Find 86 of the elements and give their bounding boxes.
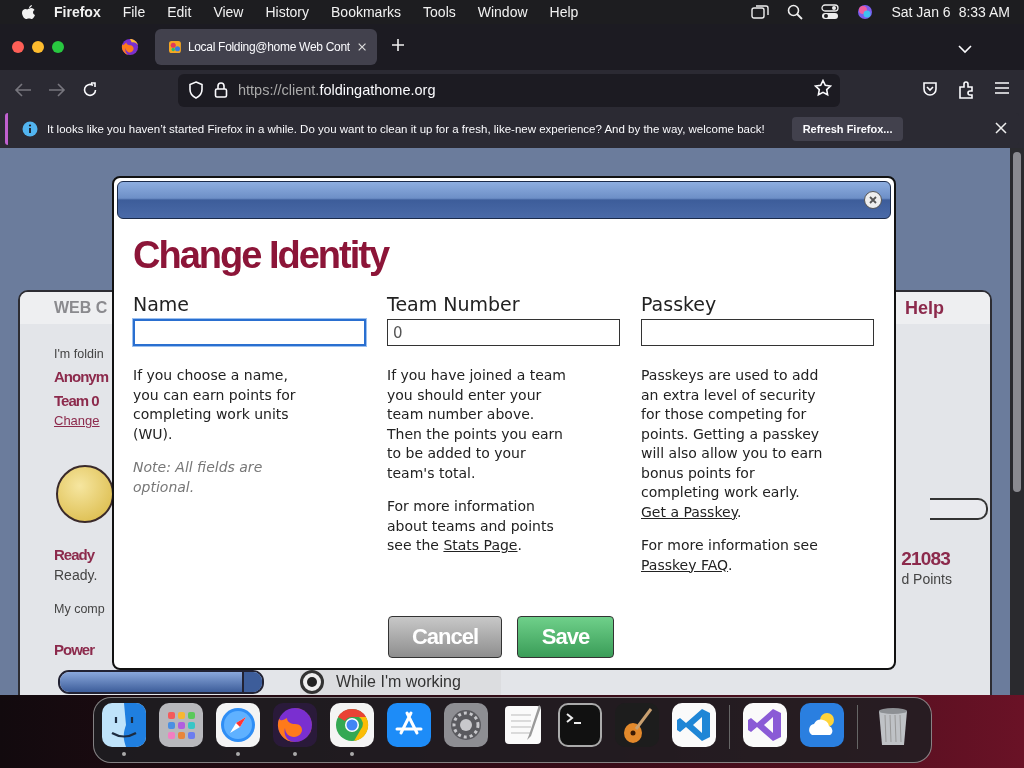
menu-item[interactable]: Tools — [423, 4, 456, 20]
fox-icon[interactable] — [272, 703, 317, 747]
menubar-time[interactable]: 8:33 AM — [958, 4, 1010, 20]
code-editor-icon[interactable] — [671, 703, 716, 747]
dialog-title: Change Identity — [133, 233, 389, 277]
description-text: For more information about teams and points see the Stats Page. — [387, 497, 555, 555]
input-field[interactable] — [133, 319, 366, 346]
chevron-down-icon[interactable] — [958, 44, 972, 54]
gear-icon[interactable] — [443, 703, 488, 747]
colorful-logo-icon — [169, 40, 181, 54]
field-label: Team Number — [387, 293, 521, 315]
points-value: 21083 — [901, 547, 950, 571]
input-field[interactable]: 0 — [387, 319, 620, 346]
browser-tab[interactable]: Local Folding@home Web Cont — [155, 29, 377, 65]
intro-text: I'm foldin — [54, 346, 104, 362]
input-field[interactable] — [641, 319, 874, 346]
help-link[interactable]: Help — [905, 297, 944, 319]
menu-item[interactable]: Help — [549, 4, 579, 20]
menu-item[interactable]: Window — [477, 4, 528, 20]
link[interactable]: Stats Page — [443, 537, 518, 553]
menu-item[interactable]: File — [122, 4, 146, 20]
back-arrow-icon[interactable] — [14, 82, 32, 98]
description-text: Passkeys are used to add an extra level of security for those competing for points. Getting a passkey will also allow you to earn bonus points for completing work early. Get a Passkey. — [641, 366, 824, 522]
pocket-icon[interactable] — [922, 81, 938, 97]
description-text: If you choose a name, you can earn points for completing work units (WU). — [133, 366, 297, 444]
reload-icon[interactable] — [82, 82, 98, 98]
lock-icon[interactable] — [214, 81, 228, 99]
puzzle-icon[interactable] — [958, 81, 974, 99]
field-label: Name — [133, 293, 191, 315]
cloud-sun-icon[interactable] — [799, 703, 844, 747]
fox-icon[interactable] — [121, 38, 139, 56]
minimize-window-button[interactable] — [32, 41, 44, 53]
team-name: Team 0 — [54, 391, 99, 411]
a-shape-icon[interactable] — [386, 703, 431, 747]
power-title: Power — [54, 640, 94, 660]
compass-icon[interactable] — [215, 703, 260, 747]
computer-text: My comp — [54, 601, 105, 617]
radio-button[interactable] — [300, 670, 324, 694]
smiling-face-icon[interactable] — [101, 703, 146, 747]
plus-icon[interactable] — [391, 38, 405, 52]
slider-thumb[interactable] — [242, 672, 262, 692]
menu-item[interactable]: Edit — [167, 4, 192, 20]
description-text: For more information see Passkey FAQ. — [641, 536, 819, 575]
status-title: Ready — [54, 545, 95, 565]
menu-item[interactable]: Bookmarks — [331, 4, 402, 20]
description-text: If you have joined a team you should enter your team number above. Then the points you earn to be added to your team's total. — [387, 366, 567, 483]
menu-item[interactable]: History — [265, 4, 310, 20]
link[interactable]: Passkey FAQ — [641, 556, 729, 573]
user-name: Anonym — [54, 367, 108, 387]
search-icon[interactable] — [787, 4, 804, 20]
zoom-window-button[interactable] — [52, 41, 64, 53]
forward-arrow-icon[interactable] — [48, 82, 66, 98]
orb-icon[interactable] — [857, 4, 874, 20]
windows-icon[interactable] — [751, 4, 770, 20]
loop-logo-icon[interactable] — [742, 703, 787, 747]
url-text: https://client.foldingathome.org — [238, 82, 436, 98]
close-window-button[interactable] — [12, 41, 24, 53]
circle-logo-icon[interactable] — [329, 703, 374, 747]
shield-icon[interactable] — [188, 81, 204, 99]
points-label: d Points — [901, 571, 952, 587]
status-circle — [56, 465, 114, 523]
page-title: WEB C — [54, 299, 108, 317]
radio-label: While I'm working — [336, 673, 461, 691]
toggles-icon[interactable] — [821, 4, 840, 20]
scrollbar-thumb[interactable] — [1013, 152, 1021, 492]
status-text: Ready. — [54, 567, 98, 583]
star-icon[interactable] — [814, 79, 832, 97]
link[interactable]: Get a Passkey — [641, 503, 737, 520]
menu-item[interactable]: Firefox — [54, 4, 101, 20]
apple-icon[interactable] — [20, 3, 36, 21]
field-label: Passkey — [641, 293, 718, 315]
app-grid-icon[interactable] — [158, 703, 203, 747]
notification-text: It looks like you haven’t started Firefox in a while. Do you want to clean it up for a fresh, like-new experience? And by the way, welcome back! — [47, 123, 765, 135]
terminal-icon[interactable] — [557, 703, 602, 747]
close-icon[interactable] — [868, 195, 878, 205]
close-icon[interactable] — [356, 41, 367, 53]
note-text: Note: All fields are optional. — [133, 458, 264, 497]
info-icon — [22, 121, 38, 137]
menu-icon[interactable] — [994, 81, 1010, 95]
close-button[interactable] — [864, 191, 882, 209]
menubar-date[interactable]: Sat Jan 6 — [891, 4, 951, 20]
address-bar[interactable]: https://client.foldingathome.org — [178, 73, 840, 107]
refresh-button[interactable]: Refresh Firefox... — [791, 117, 904, 141]
menu-item[interactable]: View — [213, 4, 244, 20]
rounded-frame — [930, 498, 988, 520]
change-link[interactable]: Change — [54, 413, 100, 429]
